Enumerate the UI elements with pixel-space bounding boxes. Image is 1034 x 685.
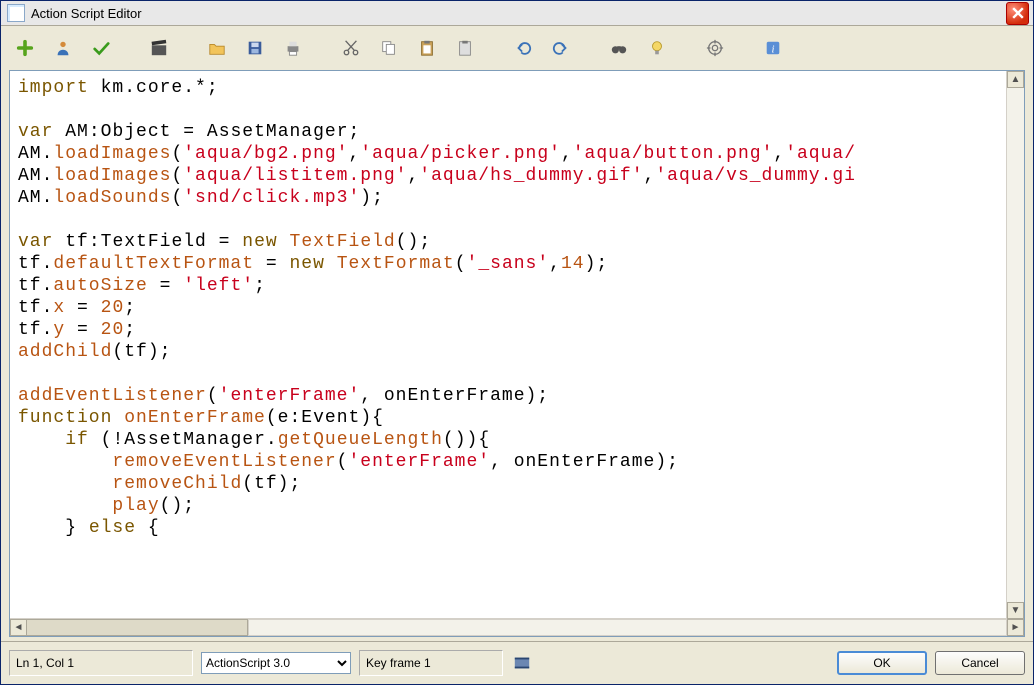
- help-hint-button[interactable]: [639, 33, 675, 63]
- clapboard-icon: [150, 39, 168, 57]
- folder-open-icon: [208, 39, 226, 57]
- save-button[interactable]: [237, 33, 273, 63]
- undo-icon: [514, 39, 532, 57]
- language-select[interactable]: ActionScript 3.0: [201, 652, 351, 674]
- vertical-scroll-track[interactable]: [1007, 88, 1024, 602]
- clapboard-button[interactable]: [141, 33, 177, 63]
- scroll-up-arrow[interactable]: ▲: [1007, 71, 1024, 88]
- code-editor: import km.core.*; var AM:Object = AssetM…: [9, 70, 1025, 637]
- close-button[interactable]: [1006, 2, 1029, 25]
- floppy-icon: [246, 39, 264, 57]
- info-icon: i: [764, 39, 782, 57]
- horizontal-scrollbar[interactable]: ◄ ►: [10, 618, 1024, 636]
- svg-text:i: i: [772, 44, 775, 56]
- window-title: Action Script Editor: [29, 6, 1006, 21]
- ok-button[interactable]: OK: [837, 651, 927, 675]
- printer-icon: [284, 39, 302, 57]
- lightbulb-icon: [648, 39, 666, 57]
- new-script-button[interactable]: [7, 33, 43, 63]
- keyframe-label: Key frame 1: [359, 650, 503, 676]
- print-button[interactable]: [275, 33, 311, 63]
- clipboard-icon: [456, 39, 474, 57]
- statusbar: Ln 1, Col 1 ActionScript 3.0 Key frame 1…: [1, 641, 1033, 684]
- info-button[interactable]: i: [755, 33, 791, 63]
- scroll-left-arrow[interactable]: ◄: [10, 619, 27, 636]
- film-icon[interactable]: [511, 652, 533, 674]
- clipboard-button[interactable]: [447, 33, 483, 63]
- editor-window: Action Script Editor i import km.: [0, 0, 1034, 685]
- target-icon: [706, 39, 724, 57]
- paste-icon: [418, 39, 436, 57]
- toolbar: i: [1, 26, 1033, 70]
- binoculars-icon: [610, 39, 628, 57]
- vertical-scrollbar[interactable]: ▲ ▼: [1006, 71, 1024, 619]
- copy-button[interactable]: [371, 33, 407, 63]
- undo-button[interactable]: [505, 33, 541, 63]
- scroll-right-arrow[interactable]: ►: [1007, 619, 1024, 636]
- cut-button[interactable]: [333, 33, 369, 63]
- find-button[interactable]: [601, 33, 637, 63]
- user-icon: [54, 39, 72, 57]
- code-content[interactable]: import km.core.*; var AM:Object = AssetM…: [10, 71, 1024, 545]
- open-button[interactable]: [199, 33, 235, 63]
- titlebar: Action Script Editor: [1, 1, 1033, 26]
- target-button[interactable]: [697, 33, 733, 63]
- redo-icon: [552, 39, 570, 57]
- copy-icon: [380, 39, 398, 57]
- horizontal-scroll-thumb[interactable]: [26, 619, 248, 636]
- check-icon: [92, 39, 110, 57]
- code-scroll-area[interactable]: import km.core.*; var AM:Object = AssetM…: [10, 71, 1024, 618]
- cursor-position: Ln 1, Col 1: [9, 650, 193, 676]
- scroll-down-arrow[interactable]: ▼: [1007, 602, 1024, 619]
- paste-button[interactable]: [409, 33, 445, 63]
- horizontal-scroll-track[interactable]: [248, 619, 1007, 636]
- scissors-icon: [342, 39, 360, 57]
- user-assist-button[interactable]: [45, 33, 81, 63]
- cancel-button[interactable]: Cancel: [935, 651, 1025, 675]
- syntax-check-button[interactable]: [83, 33, 119, 63]
- plus-icon: [16, 39, 34, 57]
- redo-button[interactable]: [543, 33, 579, 63]
- app-icon: [7, 4, 25, 22]
- close-icon: [1012, 7, 1024, 19]
